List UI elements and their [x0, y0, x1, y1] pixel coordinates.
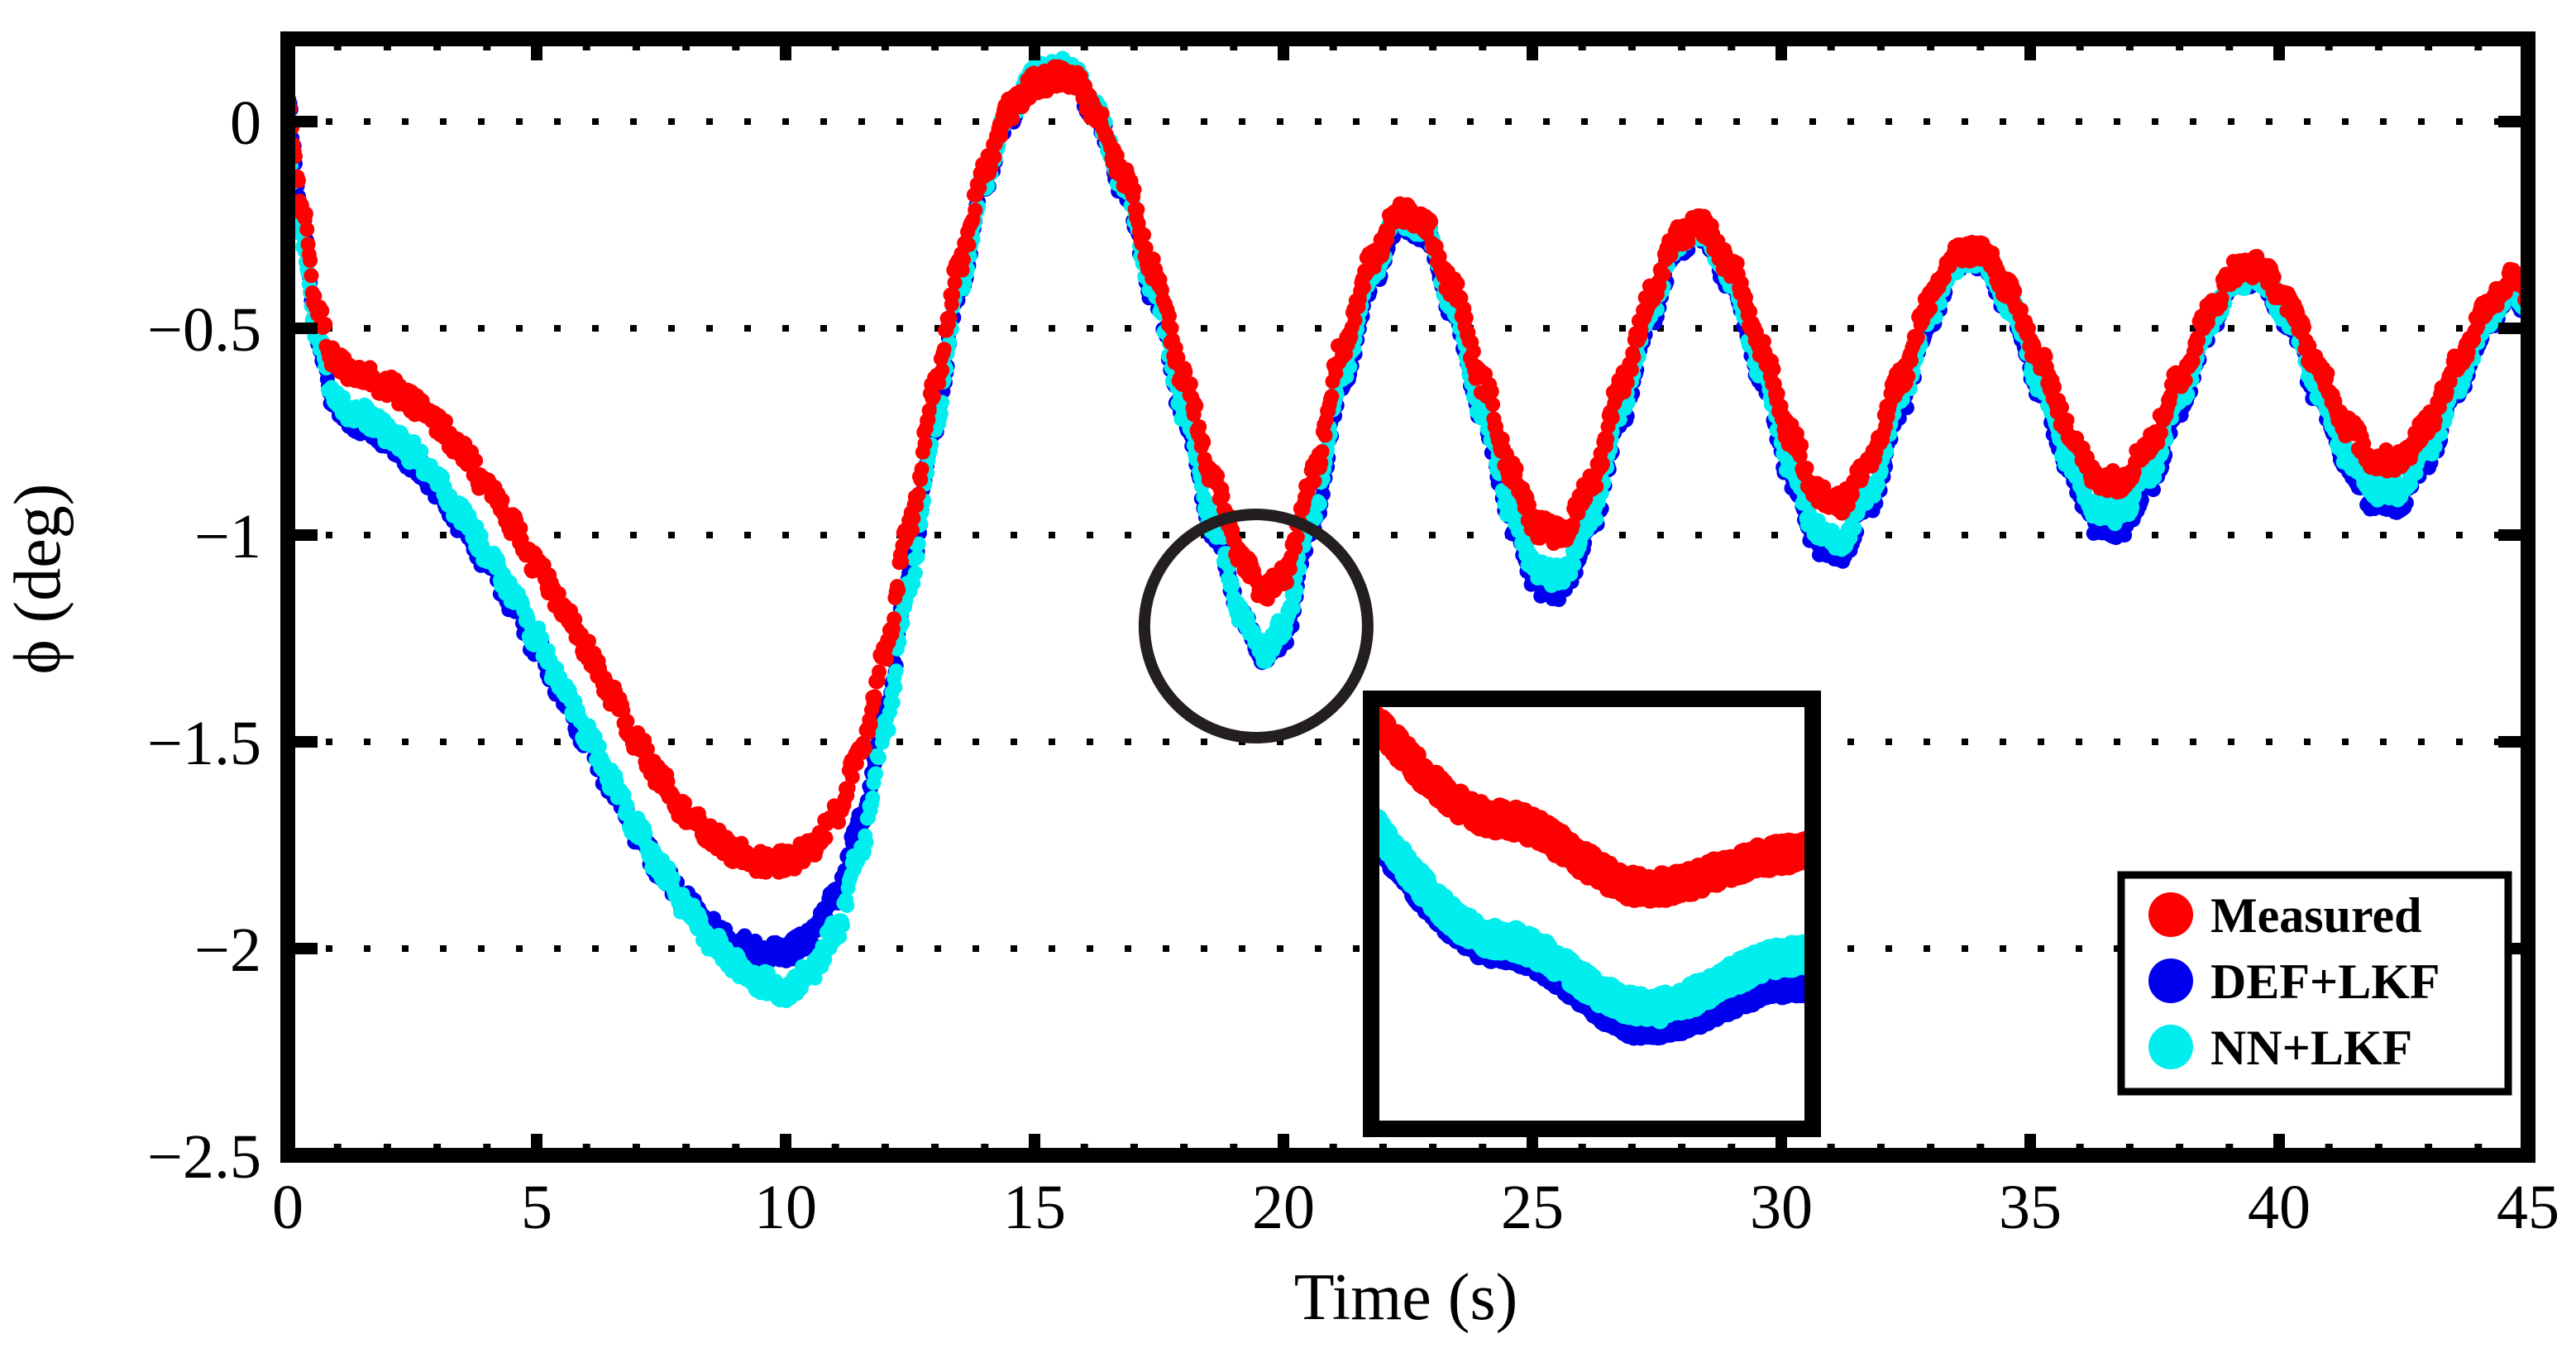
x-tick-label: 0	[272, 1173, 303, 1242]
x-axis-title: Time (s)	[1294, 1261, 1517, 1334]
x-tick-label: 25	[1501, 1173, 1564, 1242]
y-tick-label: −2	[194, 915, 261, 985]
chart-legend[interactable]: Measured DEF+LKF NN+LKF	[2117, 871, 2512, 1096]
x-tick-label: 45	[2497, 1173, 2559, 1242]
legend-label: DEF+LKF	[2210, 954, 2440, 1009]
y-tick-label: −1.5	[147, 709, 261, 778]
legend-marker	[2148, 958, 2193, 1003]
chart-canvas: 0 5 10 15 20 25 30 35 40 45 0 −0.5 −1 −1.5 −2 −2.5 Meas…	[0, 0, 2576, 1372]
x-tick-label: 40	[2248, 1173, 2311, 1242]
x-tick-label: 10	[754, 1173, 817, 1242]
legend-marker	[2148, 892, 2193, 937]
legend-marker	[2148, 1025, 2193, 1069]
x-tick-label: 5	[521, 1173, 552, 1242]
figure-container: 0 5 10 15 20 25 30 35 40 45 0 −0.5 −1 −1.5 −2 −2.5 Meas…	[0, 0, 2576, 1372]
y-axis-title: ϕ (deg)	[2, 484, 74, 675]
legend-label: NN+LKF	[2210, 1021, 2412, 1075]
y-tick-label: −1	[194, 502, 261, 571]
y-tick-label: −2.5	[147, 1122, 261, 1192]
x-tick-label: 15	[1003, 1173, 1066, 1242]
x-tick-label: 20	[1252, 1173, 1315, 1242]
x-tick-label: 35	[1999, 1173, 2062, 1242]
figure-background	[0, 0, 2576, 1372]
legend-label: Measured	[2210, 888, 2422, 943]
y-tick-label: −0.5	[147, 295, 261, 365]
inset-zoom-box	[1363, 691, 1821, 1137]
y-tick-label: 0	[230, 88, 261, 158]
x-tick-label: 30	[1750, 1173, 1813, 1242]
